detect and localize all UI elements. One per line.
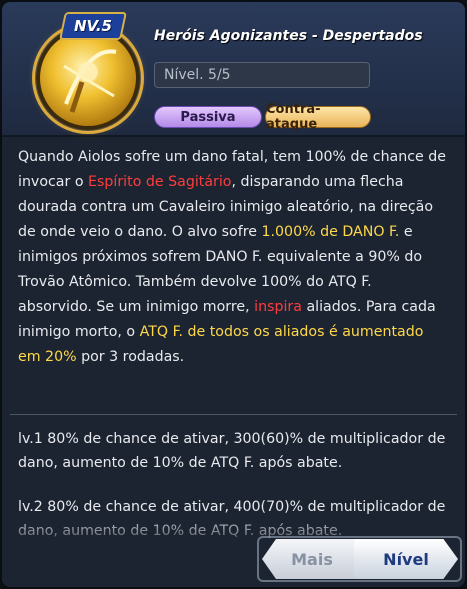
level-display-field: Nível. 5/5 — [154, 62, 370, 88]
tag-counterattack: Contra-ataque — [265, 102, 371, 132]
desc-text: por 3 rodadas. — [76, 349, 185, 365]
desc-highlight-damage: 1.000% de DANO F. — [261, 224, 400, 240]
section-divider — [10, 414, 457, 415]
desc-highlight-sagittarius: Espírito de Sagitário — [88, 174, 232, 190]
skill-detail-panel: NV.5 Heróis Agonizantes - Despertados Ní… — [0, 0, 467, 589]
level-button[interactable]: Nível — [354, 539, 458, 579]
sagittarius-emblem-icon — [36, 26, 140, 130]
skill-description: Quando Aiolos sofre um dano fatal, tem 1… — [18, 145, 448, 370]
desc-highlight-inspire: inspira — [254, 299, 302, 315]
more-button[interactable]: Mais — [262, 539, 362, 579]
header-divider — [2, 135, 465, 137]
level-1-detail: lv.1 80% de chance de ativar, 300(60)% d… — [18, 431, 446, 471]
level-badge: NV.5 — [59, 12, 127, 40]
tag-passive: Passiva — [154, 106, 262, 128]
level-badge-text: NV.5 — [74, 17, 112, 35]
skill-name: Heróis Agonizantes - Despertados — [154, 28, 423, 44]
